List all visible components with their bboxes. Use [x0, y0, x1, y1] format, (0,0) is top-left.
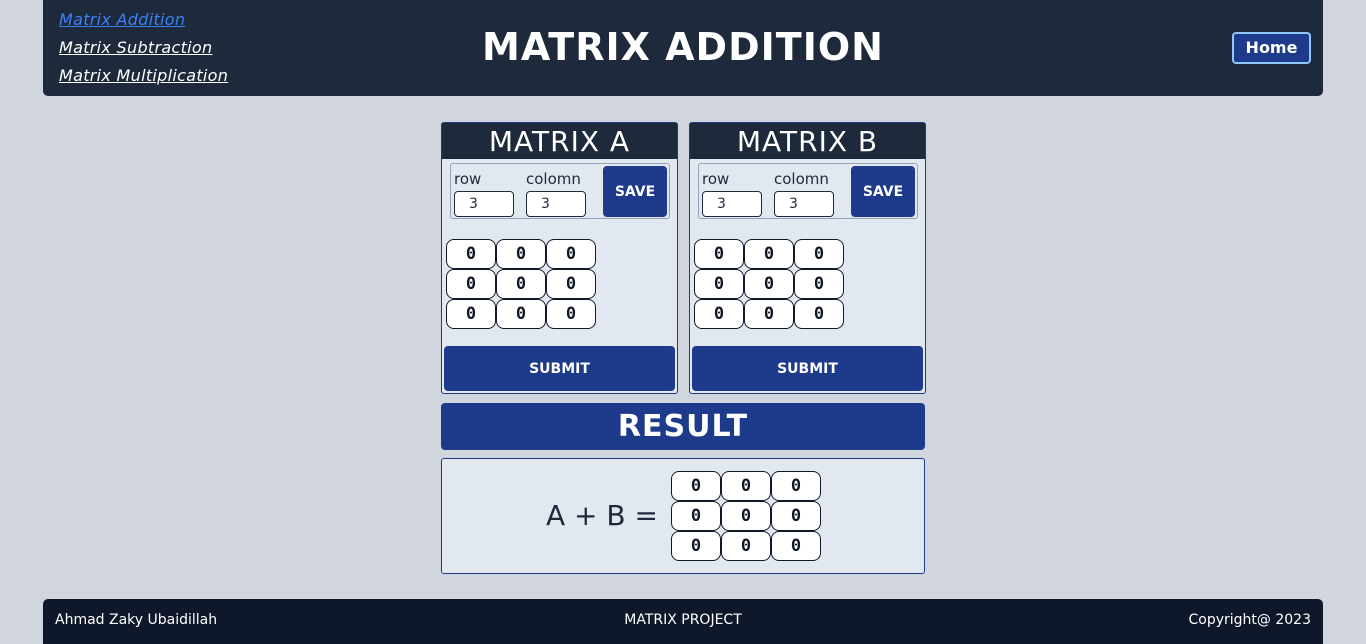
- matrix-a-dimensions: row colomn SAVE: [450, 163, 670, 219]
- matrix-b-title: MATRIX B: [690, 123, 925, 159]
- matrix-b-dimensions: row colomn SAVE: [698, 163, 918, 219]
- matrix-b-cell[interactable]: 0: [694, 269, 744, 299]
- footer-copyright: Copyright@ 2023: [1188, 612, 1312, 628]
- result-grid: 0 0 0 0 0 0 0 0 0: [671, 471, 821, 561]
- matrix-b-panel: MATRIX B row colomn SAVE 0 0 0 0 0 0 0 0…: [689, 122, 926, 394]
- matrix-b-submit-button[interactable]: SUBMIT: [692, 346, 923, 391]
- result-title: RESULT: [441, 403, 925, 450]
- column-label: colomn: [774, 170, 829, 188]
- result-cell: 0: [771, 501, 821, 531]
- result-cell: 0: [721, 531, 771, 561]
- matrix-a-cell[interactable]: 0: [446, 299, 496, 329]
- matrix-b-cell[interactable]: 0: [694, 239, 744, 269]
- page-title: MATRIX ADDITION: [482, 25, 884, 69]
- matrix-a-cell[interactable]: 0: [546, 239, 596, 269]
- result-cell: 0: [671, 501, 721, 531]
- matrix-a-cell[interactable]: 0: [496, 299, 546, 329]
- matrix-a-save-button[interactable]: SAVE: [603, 166, 667, 217]
- matrix-b-cell[interactable]: 0: [794, 239, 844, 269]
- result-panel: A + B = 0 0 0 0 0 0 0 0 0: [441, 458, 925, 574]
- matrix-b-row-input[interactable]: [702, 191, 762, 217]
- matrix-b-cell[interactable]: 0: [744, 269, 794, 299]
- matrix-a-submit-button[interactable]: SUBMIT: [444, 346, 675, 391]
- footer: Ahmad Zaky Ubaidillah MATRIX PROJECT Cop…: [43, 599, 1323, 644]
- matrix-b-cell[interactable]: 0: [794, 299, 844, 329]
- matrix-a-cell[interactable]: 0: [546, 299, 596, 329]
- matrix-a-cell[interactable]: 0: [446, 239, 496, 269]
- home-button[interactable]: Home: [1232, 32, 1311, 64]
- footer-project: MATRIX PROJECT: [624, 612, 742, 628]
- matrix-b-cell[interactable]: 0: [794, 269, 844, 299]
- row-label: row: [454, 170, 482, 188]
- matrix-b-cell[interactable]: 0: [744, 299, 794, 329]
- matrix-a-cell[interactable]: 0: [496, 269, 546, 299]
- result-cell: 0: [771, 531, 821, 561]
- matrix-b-cell[interactable]: 0: [694, 299, 744, 329]
- matrix-a-cell[interactable]: 0: [546, 269, 596, 299]
- matrix-a-grid: 0 0 0 0 0 0 0 0 0: [446, 239, 596, 329]
- result-cell: 0: [771, 471, 821, 501]
- matrix-a-cell[interactable]: 0: [446, 269, 496, 299]
- matrix-a-panel: MATRIX A row colomn SAVE 0 0 0 0 0 0 0 0…: [441, 122, 678, 394]
- matrix-b-save-button[interactable]: SAVE: [851, 166, 915, 217]
- matrix-a-cell[interactable]: 0: [496, 239, 546, 269]
- row-label: row: [702, 170, 730, 188]
- header: Matrix Addition Matrix Subtraction Matri…: [43, 0, 1323, 96]
- column-label: colomn: [526, 170, 581, 188]
- matrix-a-column-input[interactable]: [526, 191, 586, 217]
- matrix-b-grid: 0 0 0 0 0 0 0 0 0: [694, 239, 844, 329]
- result-expression: A + B =: [546, 499, 658, 532]
- result-cell: 0: [721, 501, 771, 531]
- result-cell: 0: [671, 531, 721, 561]
- matrix-b-cell[interactable]: 0: [744, 239, 794, 269]
- matrix-a-title: MATRIX A: [442, 123, 677, 159]
- result-cell: 0: [721, 471, 771, 501]
- matrix-b-column-input[interactable]: [774, 191, 834, 217]
- result-cell: 0: [671, 471, 721, 501]
- matrix-a-row-input[interactable]: [454, 191, 514, 217]
